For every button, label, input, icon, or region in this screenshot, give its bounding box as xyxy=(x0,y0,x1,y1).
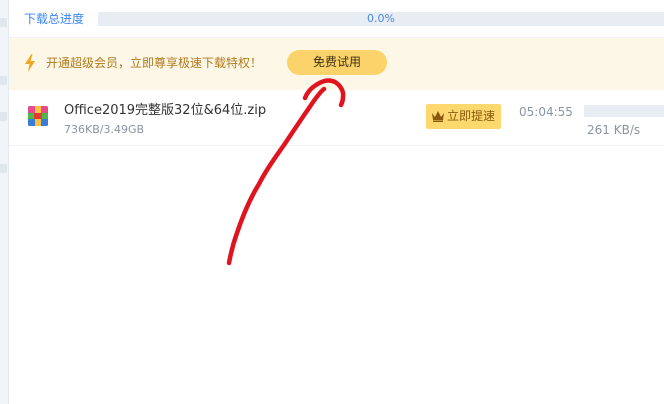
sidebar-tick xyxy=(0,112,7,121)
vip-promo-banner: 开通超级会员，立即尊享极速下载特权！ 免费试用 xyxy=(9,38,664,90)
overall-progress-bar: 0.0% xyxy=(98,12,664,26)
speed-up-label: 立即提速 xyxy=(447,109,496,123)
file-name: Office2019完整版32位&64位.zip xyxy=(64,103,267,118)
download-speed: 261 KB/s xyxy=(587,123,641,137)
promo-text: 开通超级会员，立即尊享极速下载特权！ xyxy=(46,56,263,70)
free-trial-button[interactable]: 免费试用 xyxy=(287,50,387,75)
crown-icon xyxy=(432,111,444,122)
sidebar-tick xyxy=(0,164,7,173)
winrar-archive-icon xyxy=(28,106,48,126)
overall-progress-percent: 0.0% xyxy=(367,12,395,25)
lightning-icon xyxy=(25,54,35,72)
speed-up-button[interactable]: 立即提速 xyxy=(426,104,501,129)
overall-progress-row: 下载总进度 0.0% xyxy=(9,0,664,38)
sidebar-tick xyxy=(0,76,7,85)
download-task-row[interactable]: Office2019完整版32位&64位.zip 736KB/3.49GB 立即… xyxy=(9,90,664,146)
time-remaining: 05:04:55 xyxy=(519,105,573,119)
overall-progress-label: 下载总进度 xyxy=(24,12,85,26)
sidebar-tick xyxy=(0,18,7,27)
left-sidebar-strip xyxy=(0,0,9,404)
task-progress-bar xyxy=(584,105,664,117)
file-size-progress: 736KB/3.49GB xyxy=(64,123,145,136)
